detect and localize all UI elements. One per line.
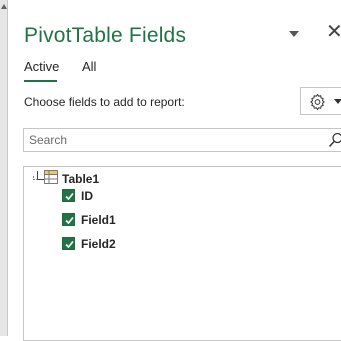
gear-icon (310, 93, 325, 110)
field-label: Field2 (81, 237, 116, 251)
task-pane-options-button[interactable] (287, 29, 301, 39)
table-icon (44, 170, 58, 184)
chevron-down-icon (289, 31, 299, 37)
field-checkbox[interactable] (62, 237, 75, 250)
checkmark-icon (65, 192, 74, 201)
tab-all[interactable]: All (82, 59, 96, 74)
field-label: ID (81, 189, 93, 203)
chevron-down-icon (334, 99, 341, 104)
left-scrollbar[interactable] (0, 0, 8, 336)
panel-title: PivotTable Fields (24, 24, 187, 47)
choose-fields-label: Choose fields to add to report: (24, 95, 185, 109)
active-tab-indicator (24, 80, 57, 82)
close-icon: ✕ (326, 22, 341, 42)
field-label: Field1 (81, 213, 116, 227)
checkmark-icon (65, 240, 74, 249)
search-box[interactable] (23, 128, 341, 152)
field-checkbox[interactable] (62, 213, 75, 226)
tab-active[interactable]: Active (24, 59, 59, 74)
table-name[interactable]: Table1 (62, 172, 99, 186)
close-button[interactable]: ✕ (326, 22, 341, 42)
search-icon[interactable] (328, 132, 341, 148)
field-settings-button[interactable] (300, 87, 341, 115)
scroll-up-arrow-icon[interactable] (1, 4, 7, 9)
field-checkbox[interactable] (62, 189, 75, 202)
checkmark-icon (65, 216, 74, 225)
search-input[interactable] (29, 132, 319, 148)
